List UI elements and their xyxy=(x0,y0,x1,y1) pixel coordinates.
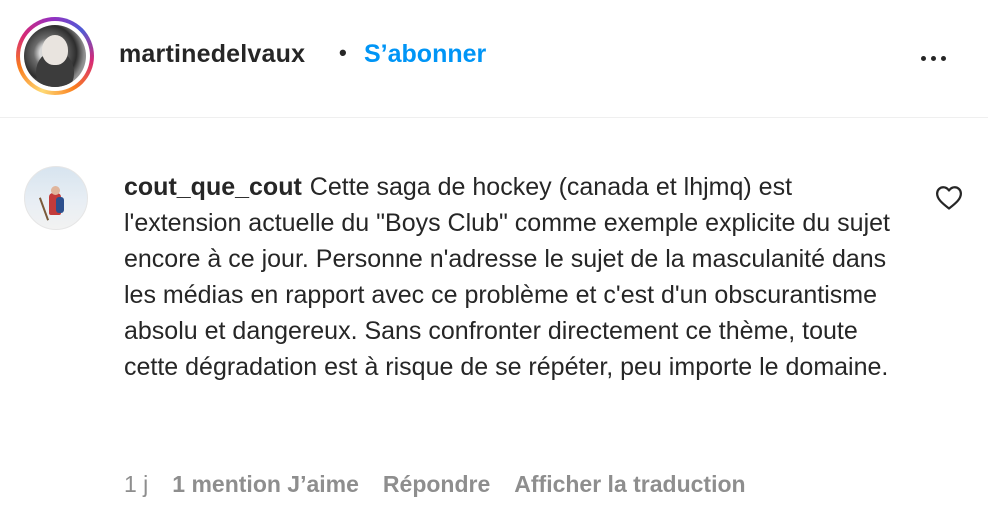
more-horizontal-icon-dot xyxy=(930,55,936,61)
translate-button[interactable]: Afficher la traduction xyxy=(514,471,745,498)
more-horizontal-icon-dot xyxy=(940,55,946,61)
author-username[interactable]: martinedelvaux xyxy=(119,40,305,69)
post-header: martinedelvaux • S’abonner xyxy=(0,0,988,118)
separator-dot: • xyxy=(339,40,347,65)
comment-time[interactable]: 1 j xyxy=(124,471,148,498)
comment-text: Cette saga de hockey (canada et lhjmq) e… xyxy=(124,173,890,381)
avatar-figure-head xyxy=(51,186,60,195)
avatar-figure-legs xyxy=(56,197,64,213)
comment-likes[interactable]: 1 mention J’aime xyxy=(172,471,359,498)
reply-button[interactable]: Répondre xyxy=(383,471,490,498)
author-avatar[interactable] xyxy=(16,17,94,95)
more-horizontal-icon xyxy=(920,55,926,61)
follow-button[interactable]: S’abonner xyxy=(364,40,486,69)
comment: cout_que_cout Cette saga de hockey (canad… xyxy=(0,118,988,532)
comment-meta: 1 j 1 mention J’aime Répondre Afficher l… xyxy=(124,471,770,498)
commenter-avatar[interactable] xyxy=(24,166,88,230)
avatar-figure-stick xyxy=(38,197,50,221)
like-comment-button[interactable] xyxy=(934,183,964,211)
author-avatar-image xyxy=(24,25,86,87)
more-options-button[interactable] xyxy=(913,44,953,72)
commenter-username[interactable]: cout_que_cout xyxy=(124,173,302,201)
comment-body: cout_que_cout Cette saga de hockey (canad… xyxy=(124,169,904,385)
heart-outline-icon xyxy=(936,186,962,210)
